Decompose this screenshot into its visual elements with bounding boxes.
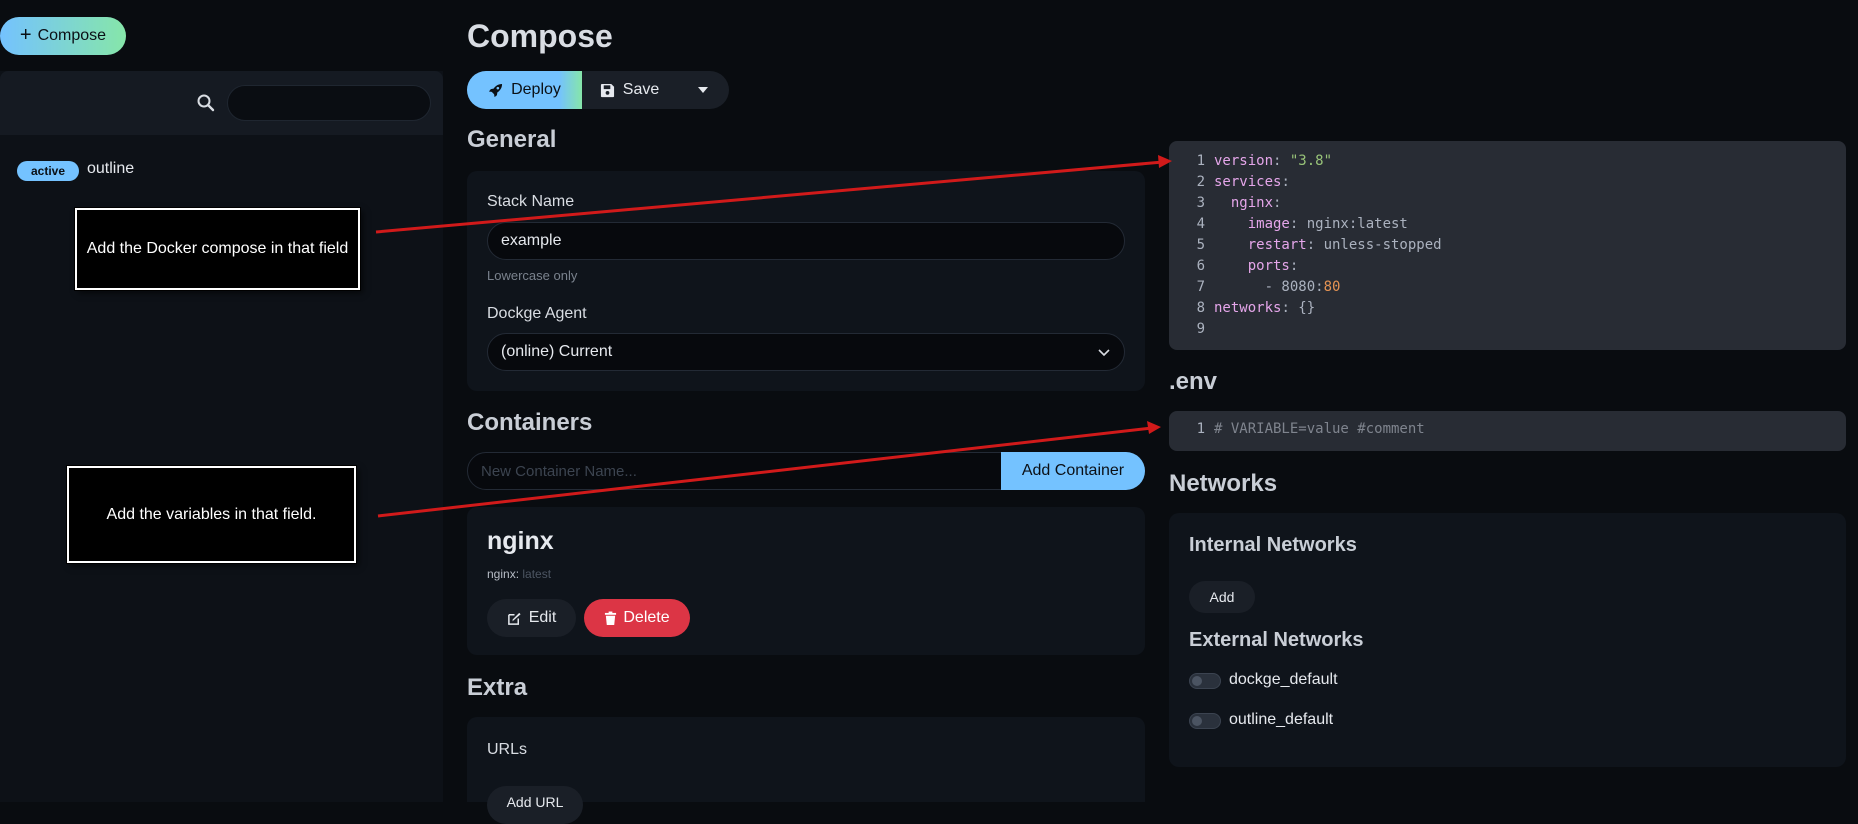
network-label-dockge-default: dockge_default: [1229, 671, 1338, 688]
container-image: nginx: latest: [487, 567, 551, 581]
compose-button-label: Compose: [37, 27, 107, 44]
extra-section-title: Extra: [467, 674, 528, 701]
edit-label: Edit: [528, 609, 557, 626]
delete-container-button[interactable]: Delete: [584, 599, 690, 637]
editor-line: 5 restart: unless-stopped: [1169, 235, 1846, 256]
agent-select-value: (online) Current: [501, 343, 613, 360]
save-icon: [600, 83, 614, 97]
editor-line: 6 ports:: [1169, 256, 1846, 277]
editor-line: 9: [1169, 319, 1846, 340]
code-text: services:: [1214, 174, 1290, 190]
line-number: 7: [1196, 279, 1205, 295]
caret-down-icon: [698, 87, 708, 93]
toolbar: Deploy Save: [467, 71, 729, 109]
save-label: Save: [622, 81, 660, 98]
compose-button[interactable]: + Compose: [0, 17, 126, 55]
containers-section-title: Containers: [467, 409, 593, 436]
code-text: restart: unless-stopped: [1214, 237, 1442, 253]
line-number: 1: [1196, 153, 1205, 169]
new-container-input[interactable]: New Container Name...: [467, 452, 1007, 490]
code-text: networks: {}: [1214, 300, 1316, 316]
add-url-button[interactable]: Add URL: [487, 786, 583, 824]
env-section-title: .env: [1169, 368, 1218, 395]
editor-line: 3 nginx:: [1169, 193, 1846, 214]
env-editor[interactable]: 1 # VARIABLE=value #comment: [1169, 411, 1846, 451]
code-text: ports:: [1214, 258, 1299, 274]
stack-name-input[interactable]: example: [487, 222, 1125, 260]
network-toggle-outline-default[interactable]: [1189, 713, 1221, 729]
line-number: 8: [1196, 300, 1205, 316]
code-text: version: "3.8": [1214, 153, 1333, 169]
page-title: Compose: [467, 18, 613, 54]
agent-label: Dockge Agent: [487, 305, 587, 322]
status-badge: active: [17, 161, 79, 181]
code-text: image: nginx:latest: [1214, 216, 1408, 232]
search-icon: [197, 94, 215, 112]
urls-label: URLs: [487, 741, 528, 758]
line-number: 5: [1196, 237, 1205, 253]
editor-line: 2 services:: [1169, 172, 1846, 193]
compose-yaml-editor[interactable]: 1 version: "3.8" 2 services: 3 nginx: 4 image…: [1169, 141, 1846, 350]
external-networks-title: External Networks: [1189, 629, 1364, 651]
container-image-name: nginx:: [487, 567, 520, 581]
delete-label: Delete: [623, 609, 670, 626]
stack-name-label: Stack Name: [487, 193, 575, 210]
edit-container-button[interactable]: Edit: [487, 599, 576, 637]
env-line-number: 1: [1196, 421, 1205, 437]
container-name: nginx: [487, 527, 554, 555]
editor-line: 1 version: "3.8": [1169, 151, 1846, 172]
line-number: 9: [1196, 321, 1205, 337]
stack-list-item-outline[interactable]: outline: [87, 160, 134, 178]
deploy-button[interactable]: Deploy: [467, 71, 582, 109]
env-annotation: Add the variables in that field.: [67, 466, 356, 563]
stack-name-hint: Lowercase only: [487, 268, 578, 283]
deploy-label: Deploy: [511, 81, 561, 98]
line-number: 2: [1196, 174, 1205, 190]
trash-icon: [605, 611, 617, 625]
more-actions-dropdown[interactable]: [677, 71, 729, 109]
general-section-title: General: [467, 126, 557, 153]
networks-section-title: Networks: [1169, 470, 1278, 497]
edit-icon: [507, 612, 521, 625]
internal-networks-title: Internal Networks: [1189, 534, 1357, 556]
container-image-tag: latest: [522, 567, 552, 581]
rocket-icon: [489, 83, 503, 97]
editor-line: 4 image: nginx:latest: [1169, 214, 1846, 235]
editor-line: 8 networks: {}: [1169, 298, 1846, 319]
agent-select[interactable]: (online) Current: [487, 333, 1125, 371]
network-label-outline-default: outline_default: [1229, 711, 1334, 728]
code-text: nginx:: [1214, 195, 1282, 211]
plus-icon: +: [19, 24, 32, 46]
add-network-button[interactable]: Add: [1189, 581, 1255, 613]
save-button[interactable]: Save: [582, 71, 677, 109]
search-input[interactable]: [227, 85, 431, 121]
chevron-down-icon: [1098, 349, 1110, 357]
network-toggle-dockge-default[interactable]: [1189, 673, 1221, 689]
code-text: - 8080:80: [1214, 279, 1341, 295]
line-number: 6: [1196, 258, 1205, 274]
line-number: 4: [1196, 216, 1205, 232]
add-container-button[interactable]: Add Container: [1001, 452, 1145, 490]
compose-annotation: Add the Docker compose in that field: [75, 208, 360, 290]
editor-line: 7 - 8080:80: [1169, 277, 1846, 298]
line-number: 3: [1196, 195, 1205, 211]
env-line: # VARIABLE=value #comment: [1214, 421, 1425, 437]
